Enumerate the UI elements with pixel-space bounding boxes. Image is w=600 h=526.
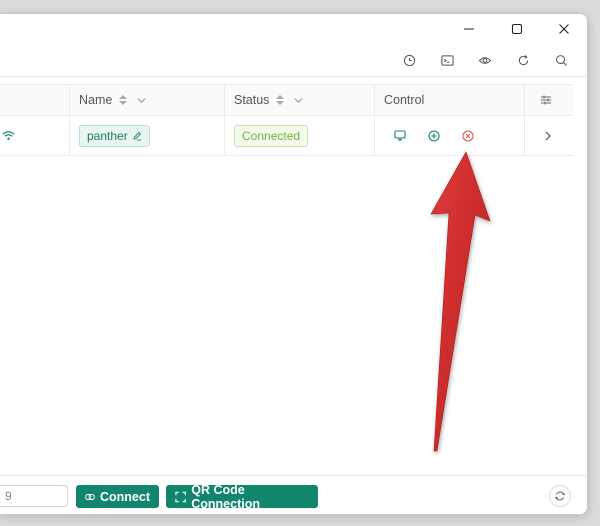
history-icon (403, 54, 415, 66)
chevron-down-icon[interactable] (293, 95, 304, 106)
view-button[interactable] (477, 52, 493, 68)
close-circle-icon (462, 129, 474, 142)
monitor-icon (394, 130, 406, 141)
link-icon (85, 493, 95, 500)
device-table: Name Status Control panther Connected (0, 84, 573, 156)
table-header: Name Status Control (0, 84, 573, 116)
history-button[interactable] (401, 52, 417, 68)
eye-icon (478, 56, 492, 64)
settings-sliders-icon (541, 95, 551, 105)
close-icon (559, 24, 569, 34)
qr-button-label: QR Code Connection (191, 482, 260, 511)
refresh-icon (555, 491, 565, 501)
close-button[interactable] (542, 14, 586, 44)
column-header-status[interactable]: Status (224, 85, 374, 115)
status-cell: Connected (234, 116, 309, 155)
edit-pen-icon[interactable] (132, 131, 142, 141)
connection-cell (2, 116, 15, 155)
footer-refresh-button[interactable] (549, 485, 571, 507)
minimize-button[interactable] (447, 14, 491, 44)
device-name-tag[interactable]: panther (79, 124, 150, 147)
row-expand-button[interactable] (543, 116, 553, 155)
sort-icon[interactable] (275, 94, 285, 106)
column-header-label: Status (234, 93, 270, 107)
device-address-input[interactable] (0, 485, 68, 507)
column-divider (224, 116, 225, 155)
scan-frame-icon (175, 491, 186, 502)
column-header-label: Name (79, 93, 113, 107)
qr-code-connection-button[interactable]: QR Code Connection (166, 482, 318, 511)
control-monitor-button[interactable] (393, 116, 407, 155)
column-header-name[interactable]: Name (69, 85, 224, 115)
status-badge: Connected (234, 124, 309, 147)
control-add-button[interactable] (427, 116, 441, 155)
column-divider (69, 116, 70, 155)
footer-bar: Connect QR Code Connection (0, 475, 587, 514)
control-disconnect-button[interactable] (461, 116, 475, 155)
terminal-icon (440, 54, 454, 66)
chevron-right-icon (545, 131, 551, 140)
plus-circle-icon (428, 129, 440, 142)
column-divider (374, 116, 375, 155)
refresh-icon (518, 54, 528, 65)
app-window: Name Status Control panther Connected 9 … (0, 13, 588, 515)
refresh-button[interactable] (515, 52, 531, 68)
column-header-label: Control (384, 93, 425, 107)
sort-icon[interactable] (118, 94, 128, 106)
terminal-button[interactable] (439, 52, 455, 68)
maximize-icon (511, 23, 523, 35)
search-button[interactable] (553, 52, 569, 68)
column-divider (524, 116, 525, 155)
table-row[interactable]: panther Connected (0, 116, 573, 156)
title-bar (0, 14, 587, 44)
search-icon (555, 54, 567, 66)
connect-button-label: Connect (100, 489, 150, 504)
minimize-icon (464, 28, 474, 30)
connect-button[interactable]: Connect (76, 485, 159, 508)
device-name: panther (87, 128, 128, 143)
maximize-button[interactable] (495, 14, 539, 44)
chevron-down-icon[interactable] (136, 95, 147, 106)
toolbar (0, 44, 587, 77)
wifi-icon (2, 131, 15, 140)
name-cell: panther (79, 116, 150, 155)
column-divider (524, 85, 525, 115)
column-header-control: Control (374, 85, 524, 115)
column-settings-button[interactable] (540, 85, 570, 115)
